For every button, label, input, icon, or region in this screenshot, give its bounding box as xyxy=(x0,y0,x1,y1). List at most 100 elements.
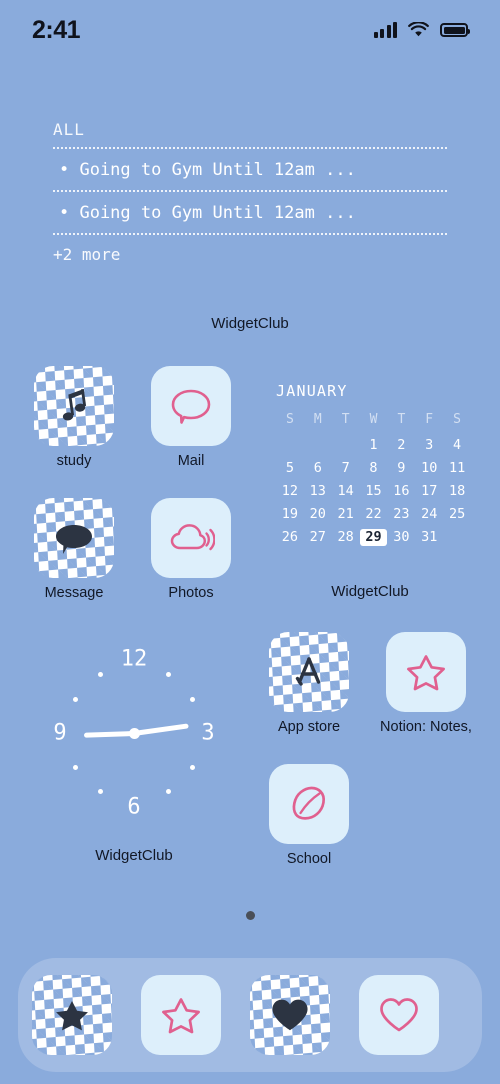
calendar-day: 4 xyxy=(453,437,462,453)
calendar-day: 12 xyxy=(281,483,299,499)
star-outline-icon xyxy=(159,994,203,1036)
clock-numeral-9: 9 xyxy=(53,720,67,746)
calendar-day: 25 xyxy=(448,506,466,522)
calendar-day: 3 xyxy=(425,437,434,453)
calendar-day: 22 xyxy=(365,506,382,522)
calendar-blank: . xyxy=(304,437,332,454)
calendar-weekday-0: S xyxy=(286,412,294,427)
signal-bars-icon xyxy=(373,22,397,38)
calendar-day: 31 xyxy=(421,529,438,545)
app-photos[interactable]: Photos xyxy=(143,498,239,601)
star-filled-icon xyxy=(32,975,112,1055)
dock-app-star-checker[interactable] xyxy=(32,975,112,1055)
calendar-day: 8 xyxy=(369,460,378,476)
calendar-day: 11 xyxy=(448,460,466,476)
calendar-day: 9 xyxy=(397,460,406,476)
clock-hour-dot xyxy=(72,696,78,702)
app-icon-study[interactable] xyxy=(34,366,114,446)
speech-bubble-icon xyxy=(169,385,213,427)
calendar-weekday-5: F xyxy=(425,412,434,427)
app-label: study xyxy=(56,453,92,469)
calendar-day: 18 xyxy=(448,483,466,499)
calendar-day: 16 xyxy=(393,483,410,499)
clock-hour-dot xyxy=(165,789,171,795)
dock-app-star-pastel[interactable] xyxy=(141,975,221,1055)
lemon-outline-icon xyxy=(287,783,331,825)
app-notion-notes[interactable]: Notion: Notes, xyxy=(378,632,474,735)
calendar-day: 6 xyxy=(313,460,322,476)
wifi-icon xyxy=(408,22,429,38)
reminder-item[interactable]: • Going to Gym Until 12am ... xyxy=(53,192,447,233)
app-label: App store xyxy=(277,719,341,735)
reminders-title: ALL xyxy=(53,120,85,139)
app-mail[interactable]: Mail xyxy=(143,366,239,469)
speech-bubble-filled-icon xyxy=(34,498,114,578)
calendar-day: 10 xyxy=(421,460,438,476)
calendar-day: 27 xyxy=(309,529,326,545)
app-study[interactable]: study xyxy=(26,366,122,469)
app-label: Mail xyxy=(177,453,205,469)
clock-hour-dot xyxy=(72,764,78,770)
calendar-day: 23 xyxy=(393,506,410,522)
status-bar-time: 2:41 xyxy=(32,15,81,44)
calendar-day: 24 xyxy=(421,506,438,522)
clock-center-hub xyxy=(128,727,140,739)
app-icon-mail[interactable] xyxy=(151,366,231,446)
calendar-day: 17 xyxy=(421,483,438,499)
app-icon-photos[interactable] xyxy=(151,498,231,578)
clock-hour-dot xyxy=(190,764,196,770)
app-school[interactable]: School xyxy=(261,764,357,867)
dock-icon-star-checker[interactable] xyxy=(32,975,112,1055)
dock xyxy=(18,958,482,1072)
app-label: School xyxy=(286,851,332,867)
calendar-day: 2 xyxy=(397,437,406,453)
clock-numeral-6: 6 xyxy=(127,794,141,820)
dock-icon-heart-checker[interactable] xyxy=(250,975,330,1055)
clock-numeral-3: 3 xyxy=(201,720,215,746)
reminder-item[interactable]: • Going to Gym Until 12am ... xyxy=(53,149,447,190)
calendar-widget[interactable]: JANUARY SMTWTFS...1234567891011121314151… xyxy=(276,382,471,546)
app-label: Message xyxy=(44,585,104,601)
calendar-day: 30 xyxy=(393,529,410,545)
calendar-day: 13 xyxy=(309,483,326,499)
star-outline-icon xyxy=(404,651,448,693)
page-indicator[interactable] xyxy=(0,911,500,920)
app-label: Notion: Notes, xyxy=(380,719,472,735)
calendar-day-today: 29 xyxy=(359,529,388,546)
clock-numeral-12: 12 xyxy=(120,646,148,672)
app-message[interactable]: Message xyxy=(26,498,122,601)
calendar-weekday-6: S xyxy=(453,412,461,427)
status-bar-icons xyxy=(373,22,470,38)
clock-widget[interactable]: 12 3 6 9 xyxy=(48,633,220,833)
calendar-blank: . xyxy=(332,437,360,454)
clock-hour-hand xyxy=(133,722,189,736)
app-icon-message[interactable] xyxy=(34,498,114,578)
heart-filled-icon xyxy=(250,975,330,1055)
reminders-widget[interactable]: ALL • Going to Gym Until 12am ... • Goin… xyxy=(53,120,447,264)
calendar-day: 21 xyxy=(337,506,354,522)
app-icon-app-store[interactable] xyxy=(269,632,349,712)
clock-hour-dot xyxy=(190,696,196,702)
battery-icon xyxy=(440,23,470,37)
reminders-more-link[interactable]: +2 more xyxy=(53,235,447,264)
calendar-day: 28 xyxy=(337,529,354,545)
clock-widget-label: WidgetClub xyxy=(95,847,173,864)
clock-hour-dot xyxy=(97,671,103,677)
calendar-blank: . xyxy=(276,437,304,454)
calendar-weekday-4: T xyxy=(397,412,406,427)
page-dot-active[interactable] xyxy=(245,911,255,920)
app-icon-school[interactable] xyxy=(269,764,349,844)
calendar-month-title: JANUARY xyxy=(276,382,348,400)
app-icon-notion-notes[interactable] xyxy=(386,632,466,712)
app-app-store[interactable]: App store xyxy=(261,632,357,735)
calendar-weekday-1: M xyxy=(313,412,322,427)
calendar-day: 1 xyxy=(369,437,378,453)
calendar-widget-label: WidgetClub xyxy=(331,583,409,600)
dock-app-heart-pastel[interactable] xyxy=(359,975,439,1055)
dock-app-heart-checker[interactable] xyxy=(250,975,330,1055)
status-bar: 2:41 xyxy=(0,0,500,60)
app-store-a-icon xyxy=(269,632,349,712)
clock-hour-dot xyxy=(97,789,103,795)
calendar-weekday-2: T xyxy=(341,412,350,427)
calendar-day: 14 xyxy=(337,483,354,499)
